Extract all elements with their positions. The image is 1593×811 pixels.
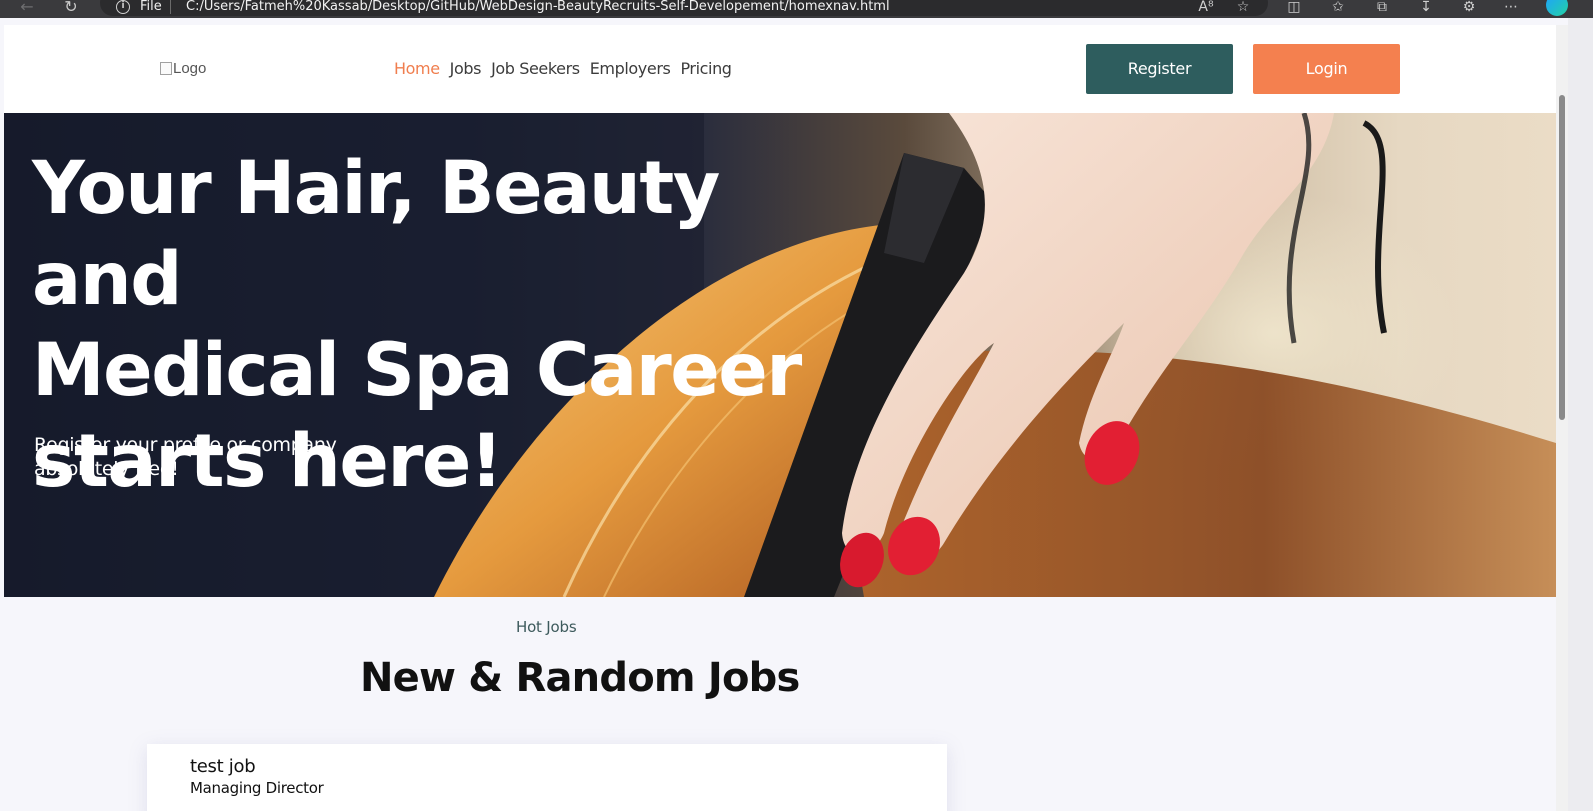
- main-nav: Home Jobs Job Seekers Employers Pricing: [394, 59, 732, 78]
- nav-jobs[interactable]: Jobs: [450, 59, 482, 78]
- logo-alt-text: Logo: [173, 60, 207, 77]
- copilot-icon[interactable]: [1546, 0, 1568, 16]
- register-button[interactable]: Register: [1086, 44, 1233, 94]
- collections-icon[interactable]: ⧉: [1373, 0, 1391, 16]
- favorite-star-icon[interactable]: ☆: [1234, 0, 1252, 16]
- hero-subtitle-line-1: Register your profile or company: [34, 434, 337, 456]
- extensions-icon[interactable]: ⚙: [1460, 0, 1478, 16]
- hero-subtitle: Register your profile or company absolut…: [34, 433, 364, 481]
- address-divider: [170, 0, 171, 14]
- job-card[interactable]: test job Managing Director: [147, 744, 947, 811]
- nav-home[interactable]: Home: [394, 59, 440, 78]
- broken-image-icon: [160, 62, 172, 75]
- hero-title-line-2: Medical Spa Career: [32, 328, 802, 413]
- more-icon[interactable]: ⋯: [1502, 0, 1520, 16]
- hero-subtitle-line-2: absolutely free!: [34, 458, 179, 480]
- reload-icon[interactable]: ↻: [60, 0, 82, 17]
- favorites-icon[interactable]: ✩: [1329, 0, 1347, 16]
- page-viewport: Logo Home Jobs Job Seekers Employers Pri…: [4, 25, 1556, 811]
- hero-banner: Your Hair, Beauty and Medical Spa Career…: [4, 113, 1556, 597]
- job-company: Managing Director: [190, 779, 324, 797]
- site-header: Logo Home Jobs Job Seekers Employers Pri…: [4, 25, 1556, 113]
- section-title: New & Random Jobs: [360, 655, 800, 701]
- page-scrollbar[interactable]: [1556, 25, 1568, 811]
- browser-toolbar: ← ↻ i File C:/Users/Fatmeh%20Kassab/Desk…: [0, 0, 1593, 18]
- back-arrow-icon[interactable]: ←: [16, 0, 38, 17]
- job-title: test job: [190, 756, 256, 777]
- scrollbar-thumb[interactable]: [1559, 95, 1565, 420]
- downloads-icon[interactable]: ↧: [1417, 0, 1435, 16]
- read-aloud-icon[interactable]: A⁸: [1197, 0, 1215, 16]
- site-info-icon[interactable]: i: [116, 0, 130, 14]
- logo[interactable]: Logo: [160, 60, 206, 77]
- section-eyebrow: Hot Jobs: [516, 618, 577, 636]
- split-screen-icon[interactable]: ◫: [1285, 0, 1303, 16]
- scheme-label: File: [140, 0, 162, 14]
- nav-job-seekers[interactable]: Job Seekers: [491, 59, 580, 78]
- browser-side-gutter: [1568, 18, 1593, 811]
- nav-employers[interactable]: Employers: [590, 59, 671, 78]
- url-text[interactable]: C:/Users/Fatmeh%20Kassab/Desktop/GitHub/…: [186, 0, 890, 14]
- login-button[interactable]: Login: [1253, 44, 1400, 94]
- nav-pricing[interactable]: Pricing: [680, 59, 732, 78]
- hero-title-line-1: Your Hair, Beauty and: [32, 146, 720, 322]
